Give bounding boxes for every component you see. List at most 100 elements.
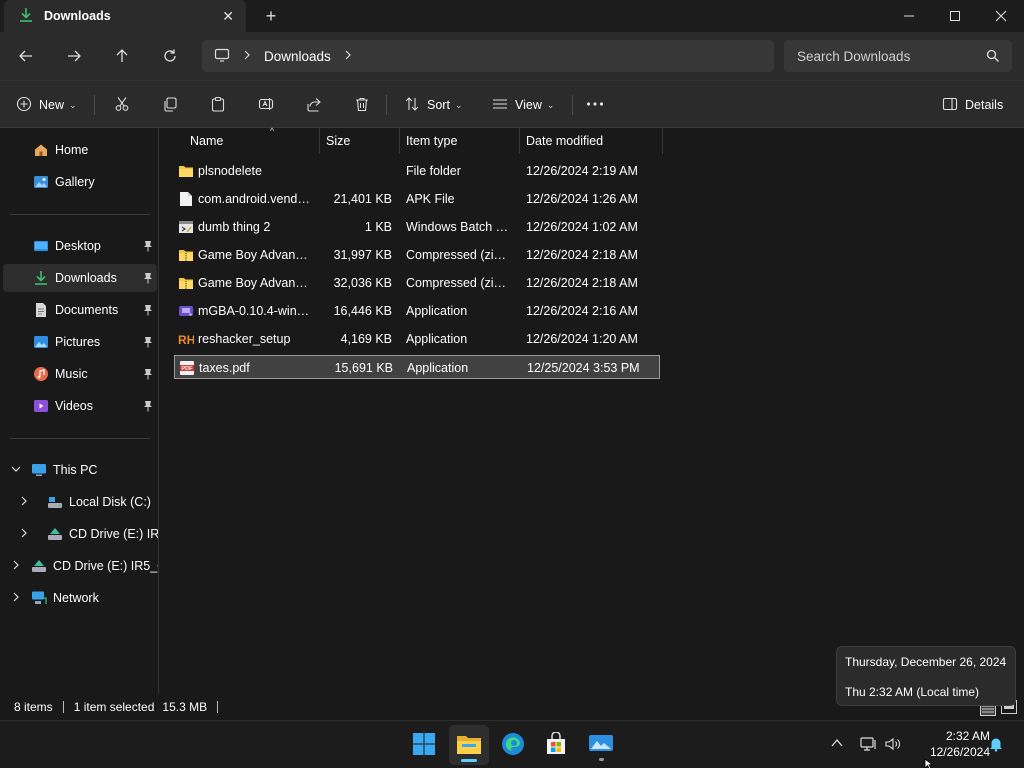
taskbar-store[interactable]	[536, 725, 576, 765]
address-bar[interactable]: Downloads	[202, 40, 774, 72]
sidebar-item-this-pc[interactable]: This PC	[3, 456, 157, 484]
minimize-button[interactable]	[886, 0, 932, 32]
view-button[interactable]: View ⌄	[492, 93, 554, 117]
new-button[interactable]: New ⌄	[16, 93, 77, 117]
maximize-button[interactable]	[932, 0, 978, 32]
back-button[interactable]	[14, 44, 38, 68]
chevron-right-icon[interactable]	[19, 496, 29, 509]
file-row[interactable]: dumb thing 2 1 KB Windows Batch File 12/…	[174, 215, 660, 239]
file-row[interactable]: Game Boy Advance ROMs 31,997 KB Compress…	[174, 243, 660, 267]
file-row[interactable]: Game Boy Advance BIOS 32,036 KB Compress…	[174, 271, 660, 295]
sidebar-item-pictures[interactable]: Pictures	[3, 328, 157, 356]
sidebar-item-network[interactable]: Network	[3, 584, 157, 612]
drive-icon	[47, 494, 63, 510]
file-type: APK File	[406, 192, 455, 206]
tab-downloads[interactable]: Downloads ✕	[4, 0, 246, 32]
network-status-icon[interactable]	[860, 736, 878, 755]
mouse-cursor-icon	[924, 758, 934, 768]
taskbar-clock[interactable]: 2:32 AM 12/26/2024	[914, 728, 990, 760]
cut-button[interactable]	[114, 93, 130, 117]
monitor-icon[interactable]	[214, 47, 230, 66]
sidebar-item-label: Home	[55, 143, 89, 157]
file-name: Game Boy Advance BIOS	[198, 276, 312, 290]
chevron-right-icon[interactable]	[242, 49, 252, 63]
search-icon[interactable]	[986, 49, 1000, 66]
file-size: 4,169 KB	[340, 332, 392, 346]
chevron-right-icon[interactable]	[11, 592, 21, 605]
more-icon	[586, 96, 604, 115]
column-header-type[interactable]: Item type	[400, 128, 520, 154]
store-icon	[544, 730, 568, 759]
sort-label: Sort	[427, 98, 450, 112]
taskbar-file-explorer[interactable]	[449, 725, 489, 765]
sidebar-item-cd-drive[interactable]: CD Drive (E:) IR5_C	[3, 520, 158, 548]
copy-button[interactable]	[162, 93, 178, 117]
search-input[interactable]: Search Downloads	[784, 40, 1012, 72]
sidebar-item-music[interactable]: Music	[3, 360, 157, 388]
file-date: 12/26/2024 2:18 AM	[526, 276, 638, 290]
chevron-down-icon[interactable]	[11, 464, 21, 477]
sidebar-item-home[interactable]: Home	[3, 136, 157, 164]
file-row[interactable]: RH reshacker_setup 4,169 KB Application …	[174, 327, 660, 351]
svg-text:PDF: PDF	[182, 366, 194, 372]
refresh-button[interactable]	[158, 44, 182, 68]
column-header-name[interactable]: ^ Name	[184, 126, 320, 154]
paste-button[interactable]	[210, 93, 226, 117]
new-tab-button[interactable]: +	[262, 6, 280, 27]
divider	[94, 95, 95, 115]
view-list-icon	[492, 96, 508, 115]
volume-icon[interactable]	[884, 736, 902, 755]
notification-bell-icon[interactable]	[988, 736, 1004, 755]
file-date: 12/25/2024 3:53 PM	[527, 361, 640, 375]
chevron-right-icon[interactable]	[11, 560, 21, 573]
file-row[interactable]: com.android.vending.apk 21,401 KB APK Fi…	[174, 187, 660, 211]
sidebar-item-downloads[interactable]: Downloads	[3, 264, 157, 292]
sort-button[interactable]: Sort ⌄	[404, 93, 462, 117]
sidebar-item-videos[interactable]: Videos	[3, 392, 157, 420]
column-header-size[interactable]: Size	[320, 128, 400, 154]
running-app-indicator	[599, 758, 604, 761]
sidebar-item-label: Desktop	[55, 239, 101, 253]
command-bar: New ⌄ Sort ⌄ View ⌄ Details	[0, 80, 1024, 128]
taskbar-app[interactable]	[581, 725, 621, 765]
file-name: reshacker_setup	[198, 332, 291, 346]
file-row[interactable]: plsnodelete File folder 12/26/2024 2:19 …	[174, 159, 660, 183]
close-tab-icon[interactable]: ✕	[222, 8, 234, 24]
cd-drive-icon	[31, 558, 47, 574]
taskbar-edge[interactable]	[493, 725, 533, 765]
chevron-up-icon[interactable]	[830, 736, 844, 753]
column-header-date[interactable]: Date modified	[520, 128, 662, 154]
clipboard-icon	[210, 96, 226, 115]
rename-button[interactable]	[258, 93, 274, 117]
sidebar-item-cd-drive-root[interactable]: CD Drive (E:) IR5_CC	[3, 552, 158, 580]
share-button[interactable]	[306, 93, 322, 117]
up-button[interactable]	[110, 44, 134, 68]
tooltip-time: Thu 2:32 AM (Local time)	[845, 685, 980, 699]
sidebar-item-label: Gallery	[55, 175, 95, 189]
tooltip-date: Thursday, December 26, 2024	[845, 655, 1007, 669]
more-options-button[interactable]	[586, 93, 604, 117]
navigation-bar: Downloads Search Downloads	[0, 32, 1024, 80]
chevron-right-icon[interactable]	[343, 49, 353, 63]
file-row[interactable]: mGBA-0.10.4-win32-installer 16,446 KB Ap…	[174, 299, 660, 323]
start-button[interactable]	[404, 725, 444, 765]
details-pane-button[interactable]: Details	[942, 93, 1003, 117]
chevron-right-icon[interactable]	[19, 528, 29, 541]
file-date: 12/26/2024 1:02 AM	[526, 220, 638, 234]
sidebar-item-gallery[interactable]: Gallery	[3, 168, 157, 196]
file-row-selected[interactable]: PDF taxes.pdf 15,691 KB Application 12/2…	[174, 355, 660, 379]
sidebar-item-desktop[interactable]: Desktop	[3, 232, 157, 260]
delete-button[interactable]	[354, 93, 370, 117]
sidebar-item-documents[interactable]: Documents	[3, 296, 157, 324]
column-divider[interactable]	[662, 128, 663, 154]
breadcrumb-downloads[interactable]: Downloads	[264, 49, 331, 64]
sidebar-item-label: Network	[53, 591, 99, 605]
sidebar-item-local-disk[interactable]: Local Disk (C:)	[3, 488, 157, 516]
divider	[10, 438, 150, 439]
chevron-down-icon: ⌄	[546, 99, 555, 110]
file-type: File folder	[406, 164, 461, 178]
close-window-button[interactable]	[978, 0, 1024, 32]
forward-button[interactable]	[62, 44, 86, 68]
view-label: View	[515, 98, 542, 112]
file-name: com.android.vending.apk	[198, 192, 312, 206]
